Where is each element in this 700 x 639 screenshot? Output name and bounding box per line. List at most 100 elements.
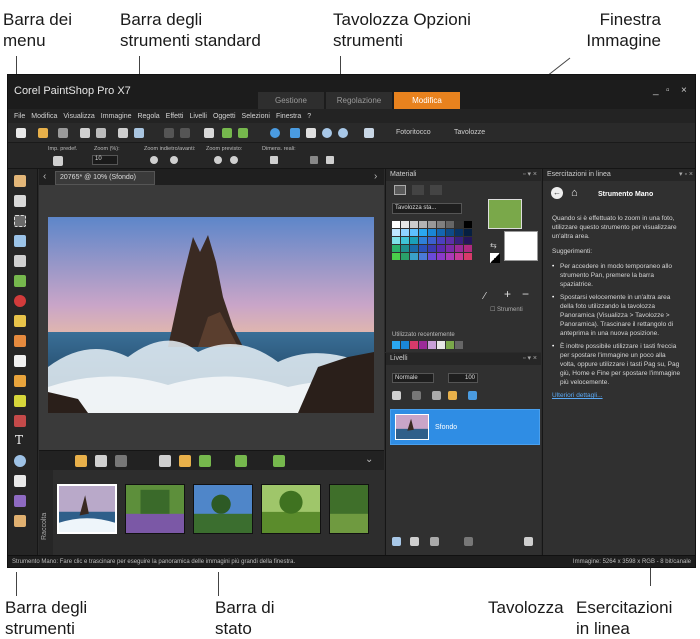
zoom-in-option-icon[interactable]: [150, 156, 158, 164]
zoom-in-icon[interactable]: [322, 128, 332, 138]
tab-adjust[interactable]: Regolazione: [326, 92, 392, 109]
new-file-icon[interactable]: [16, 128, 26, 138]
warp-tool-icon[interactable]: [14, 495, 26, 507]
layer-brush-icon[interactable]: [392, 391, 401, 400]
materials-tab-icon[interactable]: [430, 185, 442, 195]
materials-tab-icon[interactable]: [394, 185, 406, 195]
zoom-out-icon[interactable]: [338, 128, 348, 138]
menu-adjust[interactable]: Regola: [137, 113, 159, 120]
home-icon[interactable]: ⌂: [571, 187, 578, 199]
remove-color-icon[interactable]: −: [522, 287, 529, 301]
photo-canvas[interactable]: [48, 217, 374, 413]
menu-objects[interactable]: Oggetti: [213, 113, 236, 120]
thumbnail[interactable]: [125, 484, 185, 534]
lock-icon[interactable]: [448, 391, 457, 400]
thumbnail[interactable]: [193, 484, 253, 534]
zoom-percent-field[interactable]: 10: [92, 155, 118, 165]
all-tools-checkbox[interactable]: ☐ Strumenti: [490, 306, 523, 313]
makeover-tool-icon[interactable]: [14, 315, 26, 327]
actual-size-icon[interactable]: [270, 156, 278, 164]
thumbnail[interactable]: [329, 484, 369, 534]
red-eye-tool-icon[interactable]: [14, 295, 26, 307]
foreground-color-swatch[interactable]: [488, 199, 522, 229]
menu-effects[interactable]: Effetti: [166, 113, 184, 120]
color-changer-tool-icon[interactable]: [14, 395, 26, 407]
menu-file[interactable]: File: [14, 113, 25, 120]
layer-adjust-icon[interactable]: [430, 537, 439, 546]
swap-colors-icon[interactable]: ⇆: [490, 241, 497, 250]
swatch-grid[interactable]: [392, 221, 472, 260]
shape-tool-icon[interactable]: [14, 455, 26, 467]
menu-image[interactable]: Immagine: [101, 113, 132, 120]
save-icon[interactable]: [80, 128, 90, 138]
add-color-icon[interactable]: +: [504, 287, 511, 301]
zoom-preview-out-icon[interactable]: [214, 156, 222, 164]
menu-window[interactable]: Finestra: [276, 113, 301, 120]
chevron-left-icon[interactable]: ‹: [43, 171, 46, 182]
layer-effects-icon[interactable]: [468, 391, 477, 400]
picture-tube-tool-icon[interactable]: [14, 515, 26, 527]
new-layer-icon[interactable]: [392, 537, 401, 546]
crop-tool-icon[interactable]: [14, 255, 26, 267]
pan-preset-icon[interactable]: [53, 156, 63, 166]
fit-option-icon[interactable]: [310, 156, 318, 164]
selection-tool-icon[interactable]: [14, 215, 26, 227]
zoom-out-option-icon[interactable]: [170, 156, 178, 164]
back-icon[interactable]: ←: [551, 187, 563, 199]
histogram-icon[interactable]: [290, 128, 300, 138]
opacity-field[interactable]: 100: [448, 373, 478, 383]
restore-button[interactable]: ▫: [666, 85, 670, 96]
one-step-fix-icon[interactable]: [222, 128, 232, 138]
organizer-collapse-icon[interactable]: ⌄: [365, 454, 373, 465]
organizer-folder-icon[interactable]: [179, 455, 191, 467]
organizer-view-icon[interactable]: [95, 455, 107, 467]
menu-help[interactable]: ?: [307, 113, 311, 120]
tab-manage[interactable]: Gestione: [258, 92, 324, 109]
layer-properties-icon[interactable]: [524, 537, 533, 546]
menu-layers[interactable]: Livelli: [189, 113, 207, 120]
redo-icon[interactable]: [180, 128, 190, 138]
thumbnail[interactable]: [261, 484, 321, 534]
zoom-preview-in-icon[interactable]: [230, 156, 238, 164]
dropper-icon[interactable]: ⁄: [484, 291, 486, 302]
layer-row[interactable]: Sfondo: [390, 409, 540, 445]
crop-icon[interactable]: [204, 128, 214, 138]
browse-icon[interactable]: [58, 128, 68, 138]
photo-retouch-menu[interactable]: Fotoritocco: [396, 129, 431, 136]
organizer-add-icon[interactable]: [75, 455, 87, 467]
info-icon[interactable]: [270, 128, 280, 138]
print-icon[interactable]: [118, 128, 128, 138]
layer-mask-icon[interactable]: [412, 391, 421, 400]
email-icon[interactable]: [134, 128, 144, 138]
materials-tab-icon[interactable]: [412, 185, 424, 195]
delete-layer-icon[interactable]: [464, 537, 473, 546]
fit-window-icon[interactable]: [306, 128, 316, 138]
blend-mode-select[interactable]: Normale: [392, 373, 434, 383]
menu-selections[interactable]: Selezioni: [242, 113, 270, 120]
fill-tool-icon[interactable]: [14, 415, 26, 427]
organizer-tag-icon[interactable]: [115, 455, 127, 467]
panel-controls[interactable]: ▾ ▫ ×: [679, 169, 693, 181]
document-tab[interactable]: 20765* @ 10% (Sfondo): [55, 171, 155, 185]
undo-icon[interactable]: [164, 128, 174, 138]
smart-fix-icon[interactable]: [238, 128, 248, 138]
eraser-tool-icon[interactable]: [14, 355, 26, 367]
dropper-tool-icon[interactable]: [14, 235, 26, 247]
panel-controls[interactable]: ▫ ▾ ×: [523, 169, 537, 181]
organizer-edit-icon[interactable]: [159, 455, 171, 467]
text-tool-icon[interactable]: T: [15, 433, 23, 447]
more-details-link[interactable]: Ulteriori dettagli...: [552, 391, 682, 400]
link-icon[interactable]: [432, 391, 441, 400]
chevron-right-icon[interactable]: ›: [374, 171, 377, 182]
pan-tool-icon[interactable]: [14, 175, 26, 187]
straighten-tool-icon[interactable]: [14, 275, 26, 287]
fit-screen-option-icon[interactable]: [326, 156, 334, 164]
clipboard-icon[interactable]: [364, 128, 374, 138]
clone-tool-icon[interactable]: [14, 335, 26, 347]
tab-edit[interactable]: Modifica: [394, 92, 460, 109]
menu-edit[interactable]: Modifica: [31, 113, 57, 120]
palette-dropdown[interactable]: Tavolozza sta...: [392, 203, 462, 214]
layer-style-icon[interactable]: [410, 537, 419, 546]
recent-colors[interactable]: [392, 341, 463, 349]
background-color-swatch[interactable]: [504, 231, 538, 261]
